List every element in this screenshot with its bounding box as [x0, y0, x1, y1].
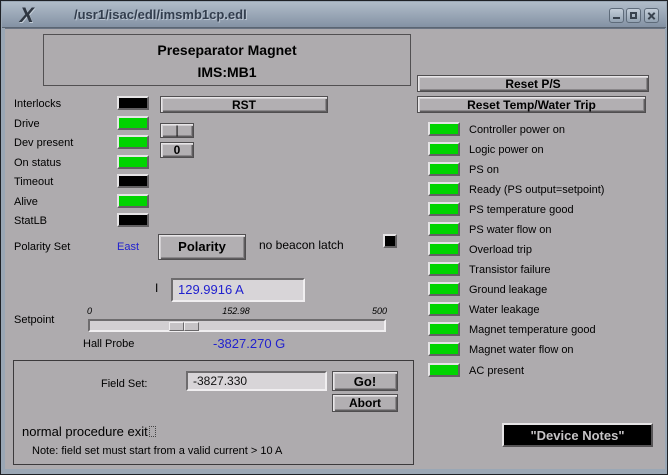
led-timeout — [117, 174, 149, 188]
led-statlb — [117, 213, 149, 227]
field-set-groupbox: Field Set: Go! Abort normal procedure ex… — [13, 360, 414, 465]
setpoint-scale-max: 500 — [372, 306, 387, 316]
x11-logo-icon: X — [18, 4, 57, 26]
panel-title-box: Preseparator Magnet IMS:MB1 — [43, 34, 411, 86]
panel-title-line2: IMS:MB1 — [44, 64, 410, 80]
beacon-latch-led — [383, 234, 397, 248]
led-drive — [117, 116, 149, 130]
led-water-leakage — [428, 302, 460, 316]
status-label-ac-present: AC present — [469, 364, 524, 378]
bar-button[interactable]: | — [160, 123, 194, 138]
procedure-status-text: normal procedure exit — [22, 424, 156, 439]
maximize-button[interactable] — [626, 8, 641, 23]
polarity-button[interactable]: Polarity — [158, 234, 246, 260]
minimize-icon — [613, 17, 620, 19]
status-label-statlb: StatLB — [14, 214, 47, 228]
status-label-magnet-temperature: Magnet temperature good — [469, 323, 596, 337]
led-dev-present — [117, 135, 149, 149]
field-set-note: Note: field set must start from a valid … — [32, 444, 282, 458]
setpoint-scale-min: 0 — [87, 306, 92, 316]
led-interlocks — [117, 96, 149, 110]
polarity-set-label: Polarity Set — [14, 240, 70, 254]
led-magnet-water-flow — [428, 342, 460, 356]
status-label-drive: Drive — [14, 117, 40, 131]
reset-temp-water-button[interactable]: Reset Temp/Water Trip — [417, 96, 646, 113]
setpoint-slider-thumb[interactable] — [169, 322, 199, 331]
zero-button[interactable]: 0 — [160, 142, 194, 158]
status-label-overload-trip: Overload trip — [469, 243, 532, 257]
panel-content: Preseparator Magnet IMS:MB1 Interlocks D… — [5, 28, 665, 469]
status-label-ps-water-flow: PS water flow on — [469, 223, 552, 237]
led-transistor-failure — [428, 262, 460, 276]
status-label-alive: Alive — [14, 195, 38, 209]
minimize-button[interactable] — [609, 8, 624, 23]
status-label-ps-on: PS on — [469, 163, 499, 177]
status-label-ready: Ready (PS output=setpoint) — [469, 183, 604, 197]
led-alive — [117, 194, 149, 208]
status-label-logic-power: Logic power on — [469, 143, 544, 157]
text-cursor — [149, 426, 156, 437]
setpoint-scale-mid: 152.98 — [211, 306, 261, 316]
titlebar[interactable]: X /usr1/isac/edl/imsmb1cp.edl — [2, 2, 666, 28]
led-overload-trip — [428, 242, 460, 256]
led-ground-leakage — [428, 282, 460, 296]
status-label-controller-power: Controller power on — [469, 123, 565, 137]
status-label-magnet-water-flow: Magnet water flow on — [469, 343, 574, 357]
rst-button[interactable]: RST — [160, 96, 328, 113]
current-readback-field: 129.9916 A — [171, 278, 305, 302]
setpoint-label: Setpoint — [14, 313, 54, 327]
field-set-input[interactable] — [186, 371, 327, 391]
field-set-label: Field Set: — [101, 377, 147, 391]
reset-ps-button[interactable]: Reset P/S — [417, 75, 649, 92]
led-on-status — [117, 155, 149, 169]
status-label-on-status: On status — [14, 156, 61, 170]
abort-button[interactable]: Abort — [332, 394, 398, 412]
status-label-transistor-failure: Transistor failure — [469, 263, 551, 277]
go-button[interactable]: Go! — [332, 371, 398, 391]
setpoint-slider-track[interactable] — [88, 319, 386, 332]
led-ac-present — [428, 363, 460, 377]
panel-title-line1: Preseparator Magnet — [44, 42, 410, 58]
led-ps-temperature — [428, 202, 460, 216]
maximize-icon — [630, 12, 637, 19]
status-label-ground-leakage: Ground leakage — [469, 283, 547, 297]
close-button[interactable] — [644, 8, 659, 23]
device-notes-button[interactable]: "Device Notes" — [502, 423, 653, 447]
edm-window: X /usr1/isac/edl/imsmb1cp.edl Preseparat… — [0, 0, 668, 475]
led-ps-on — [428, 162, 460, 176]
hall-probe-label: Hall Probe — [83, 337, 134, 351]
status-label-water-leakage: Water leakage — [469, 303, 540, 317]
status-label-ps-temperature: PS temperature good — [469, 203, 574, 217]
current-label: I — [155, 281, 158, 295]
led-ps-water-flow — [428, 222, 460, 236]
led-magnet-temperature — [428, 322, 460, 336]
status-label-dev-present: Dev present — [14, 136, 73, 150]
hall-probe-value: -3827.270 G — [213, 336, 285, 351]
polarity-value: East — [117, 240, 139, 254]
led-ready — [428, 182, 460, 196]
led-logic-power — [428, 142, 460, 156]
status-label-interlocks: Interlocks — [14, 97, 61, 111]
window-title: /usr1/isac/edl/imsmb1cp.edl — [74, 7, 247, 22]
led-controller-power — [428, 122, 460, 136]
beacon-latch-text: no beacon latch — [259, 238, 344, 252]
status-label-timeout: Timeout — [14, 175, 53, 189]
